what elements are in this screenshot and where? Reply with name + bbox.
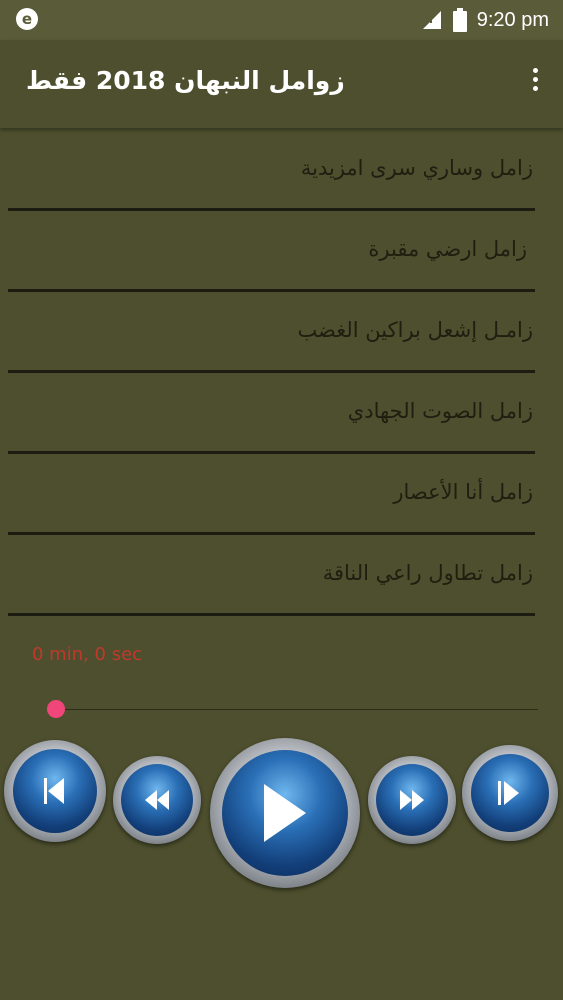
elapsed-time: 0 min, 0 sec — [32, 644, 143, 665]
battery-icon — [452, 8, 467, 32]
status-time: 9:20 pm — [476, 8, 549, 31]
play-button[interactable] — [210, 738, 360, 888]
app-notification-icon: e — [16, 8, 38, 30]
fast-forward-button[interactable] — [368, 756, 456, 844]
track-title: زامل الصوت الجهادي — [347, 399, 533, 423]
list-item[interactable]: زامل الصوت الجهادي — [8, 373, 535, 454]
status-bar: e 9:20 pm — [0, 0, 563, 40]
play-icon — [264, 784, 306, 842]
list-item[interactable]: زامل تطاول راعي الناقة — [8, 535, 535, 616]
track-title: زامل وساري سرى امزيدية — [300, 156, 533, 180]
more-vert-icon[interactable] — [527, 68, 543, 98]
signal-icon — [422, 11, 441, 29]
next-track-button[interactable] — [462, 745, 558, 841]
list-item[interactable]: زامل ارضي مقبرة — [8, 211, 535, 292]
app-bar: زوامل النبهان 2018 فقط — [0, 40, 563, 128]
track-title: زامل تطاول راعي الناقة — [322, 561, 533, 585]
rewind-icon — [145, 790, 169, 810]
rewind-button[interactable] — [113, 756, 201, 844]
track-title: زامل ارضي مقبرة — [368, 237, 527, 261]
list-item[interactable]: زامل وساري سرى امزيدية — [8, 130, 535, 211]
seek-bar[interactable] — [56, 709, 538, 710]
list-item[interactable]: زامـل إشعل براكين الغضب — [8, 292, 535, 373]
previous-track-button[interactable] — [4, 740, 106, 842]
fast-forward-icon — [400, 790, 424, 810]
next-track-icon — [498, 781, 519, 805]
track-list: زامل وساري سرى امزيدية زامل ارضي مقبرة ز… — [0, 130, 563, 616]
list-item[interactable]: زامل أنا الأعصار — [8, 454, 535, 535]
previous-track-icon — [44, 778, 64, 804]
app-title: زوامل النبهان 2018 فقط — [26, 66, 345, 95]
seek-thumb[interactable] — [47, 700, 65, 718]
status-indicators: 9:20 pm — [421, 7, 549, 33]
track-title: زامـل إشعل براكين الغضب — [297, 318, 533, 342]
track-title: زامل أنا الأعصار — [393, 480, 533, 504]
